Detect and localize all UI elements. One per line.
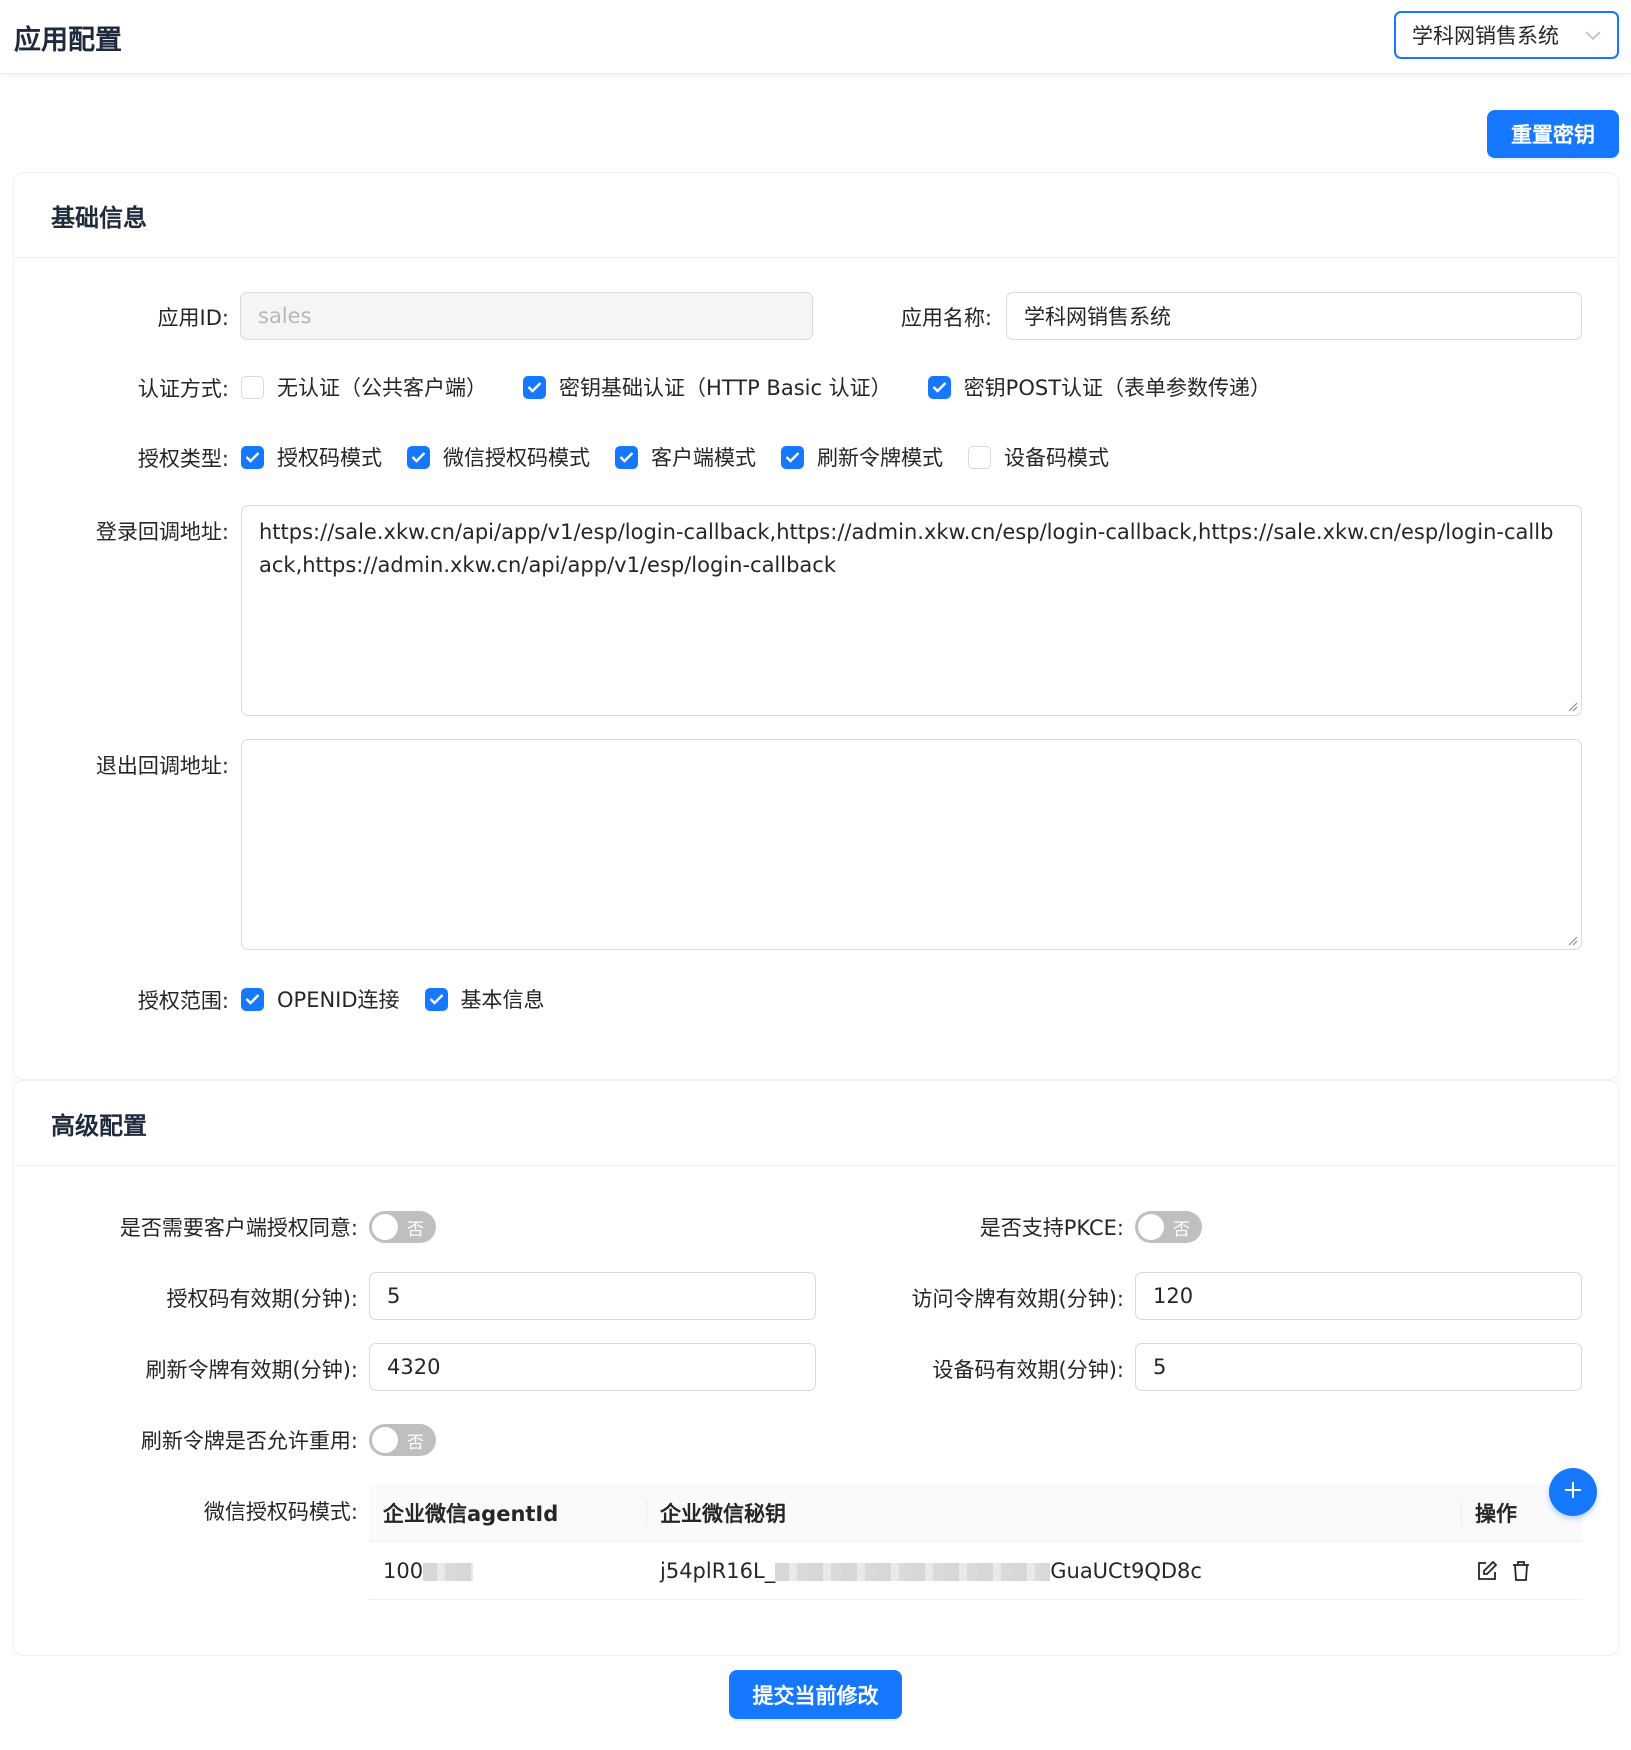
auth-method-label: 认证方式: [137,377,229,401]
auth-none-checkbox[interactable]: 无认证（公共客户端） [241,372,487,402]
app-id-input[interactable]: sales [240,292,813,340]
column-header-secret: 企业微信秘钥 [660,1501,786,1526]
grant-types-group: 授权码模式 微信授权码模式 客户端模式 刷新令牌模式 设备码模式 [241,442,1134,472]
switch-knob [1138,1214,1164,1240]
advanced-title: 高级配置 [14,1081,1618,1166]
secret-cell: j54plR16L_ GuaUCt9QD8c [660,1559,1202,1583]
actions-cell [1475,1559,1543,1583]
grant-auth-code-label: 授权码模式 [277,446,382,470]
check-icon [407,445,430,469]
auth-basic-label: 密钥基础认证（HTTP Basic 认证） [559,376,892,400]
auth-post-label: 密钥POST认证（表单参数传递） [963,376,1272,400]
scope-openid-checkbox[interactable]: OPENID连接 [241,984,400,1014]
wechat-table: 企业微信agentId 企业微信秘钥 操作 100 j54plR16L_ GuaU… [369,1484,1582,1600]
checkbox-box [968,445,991,469]
grant-wechat-checkbox[interactable]: 微信授权码模式 [407,442,590,472]
access-token-ttl-input[interactable]: 120 [1135,1272,1582,1320]
column-divider [1461,1500,1462,1526]
require-consent-switch[interactable]: 否 [369,1211,436,1243]
column-divider [646,1500,647,1526]
table-row: 100 j54plR16L_ GuaUCt9QD8c [369,1542,1582,1600]
scope-openid-label: OPENID连接 [277,988,400,1012]
scope-basic-label: 基本信息 [460,988,545,1012]
auth-code-ttl-input[interactable]: 5 [369,1272,816,1320]
add-row-button[interactable] [1549,1468,1597,1516]
switch-state: 否 [407,1220,424,1240]
redacted-block [775,1562,1051,1581]
scope-basic-checkbox[interactable]: 基本信息 [424,984,545,1014]
auth-method-group: 无认证（公共客户端） 密钥基础认证（HTTP Basic 认证） 密钥POST认… [241,372,1296,402]
check-icon [615,445,638,469]
grant-refresh-label: 刷新令牌模式 [817,446,943,470]
auth-basic-checkbox[interactable]: 密钥基础认证（HTTP Basic 认证） [523,372,892,402]
refresh-reuse-switch[interactable]: 否 [369,1424,436,1456]
app-id-label: 应用ID: [157,306,229,330]
refresh-token-ttl-label: 刷新令牌有效期(分钟): [145,1358,358,1382]
login-callback-value: https://sale.xkw.cn/api/app/v1/esp/login… [259,520,1554,577]
agentid-cell: 100 [383,1558,474,1583]
refresh-reuse-label: 刷新令牌是否允许重用: [140,1429,358,1453]
page-title: 应用配置 [14,25,122,56]
grant-client-checkbox[interactable]: 客户端模式 [615,442,756,472]
device-code-ttl-label: 设备码有效期(分钟): [932,1358,1124,1382]
switch-knob [372,1214,398,1240]
wechat-mode-label: 微信授权码模式: [203,1500,358,1524]
top-bar: 应用配置 学科网销售系统 [0,0,1631,74]
agentid-value: 100 [383,1558,424,1583]
check-icon [523,375,546,399]
switch-knob [372,1427,398,1453]
auth-code-ttl-label: 授权码有效期(分钟): [166,1287,358,1311]
submit-button[interactable]: 提交当前修改 [729,1670,902,1719]
scopes-label: 授权范围: [137,989,229,1013]
table-header: 企业微信agentId 企业微信秘钥 操作 [369,1484,1582,1542]
login-callback-label: 登录回调地址: [95,520,229,544]
grant-device-label: 设备码模式 [1004,446,1109,470]
auth-none-label: 无认证（公共客户端） [277,376,487,400]
grant-refresh-checkbox[interactable]: 刷新令牌模式 [781,442,943,472]
support-pkce-label: 是否支持PKCE: [979,1216,1124,1240]
checkbox-box [241,375,264,399]
require-consent-label: 是否需要客户端授权同意: [119,1216,358,1240]
reset-secret-button[interactable]: 重置密钥 [1487,110,1619,158]
check-icon [424,987,448,1011]
app-name-label: 应用名称: [900,306,992,330]
support-pkce-switch[interactable]: 否 [1135,1211,1202,1243]
logout-callback-label: 退出回调地址: [95,754,229,778]
access-token-ttl-label: 访问令牌有效期(分钟): [911,1287,1124,1311]
device-code-ttl-input[interactable]: 5 [1135,1343,1582,1391]
app-name-input[interactable]: 学科网销售系统 [1006,292,1582,340]
column-header-agentid: 企业微信agentId [383,1501,559,1526]
basic-info-title: 基础信息 [14,173,1618,258]
refresh-token-ttl-input[interactable]: 4320 [369,1343,816,1391]
redacted-block [423,1562,474,1581]
grant-client-label: 客户端模式 [651,446,756,470]
grant-auth-code-checkbox[interactable]: 授权码模式 [241,442,382,472]
check-icon [927,375,951,399]
grant-device-checkbox[interactable]: 设备码模式 [968,442,1109,472]
column-header-actions: 操作 [1475,1501,1517,1526]
resize-handle-icon[interactable] [1567,935,1578,946]
auth-post-checkbox[interactable]: 密钥POST认证（表单参数传递） [927,372,1272,402]
logout-callback-textarea[interactable] [241,739,1582,950]
switch-state: 否 [407,1433,424,1453]
resize-handle-icon[interactable] [1567,701,1578,712]
edit-icon[interactable] [1475,1559,1499,1583]
check-icon [241,445,264,469]
chevron-down-icon [1585,26,1601,45]
plus-icon [1563,1480,1583,1505]
check-icon [781,445,804,469]
check-icon [241,987,264,1011]
secret-prefix: j54plR16L_ [660,1558,776,1583]
scopes-group: OPENID连接 基本信息 [241,984,570,1014]
switch-state: 否 [1173,1220,1190,1240]
login-callback-textarea[interactable]: https://sale.xkw.cn/api/app/v1/esp/login… [241,505,1582,716]
app-selector-value: 学科网销售系统 [1412,24,1559,48]
secret-suffix: GuaUCt9QD8c [1050,1558,1202,1583]
grant-wechat-label: 微信授权码模式 [443,446,590,470]
grant-types-label: 授权类型: [137,447,229,471]
delete-icon[interactable] [1509,1559,1533,1583]
app-selector[interactable]: 学科网销售系统 [1394,11,1619,59]
